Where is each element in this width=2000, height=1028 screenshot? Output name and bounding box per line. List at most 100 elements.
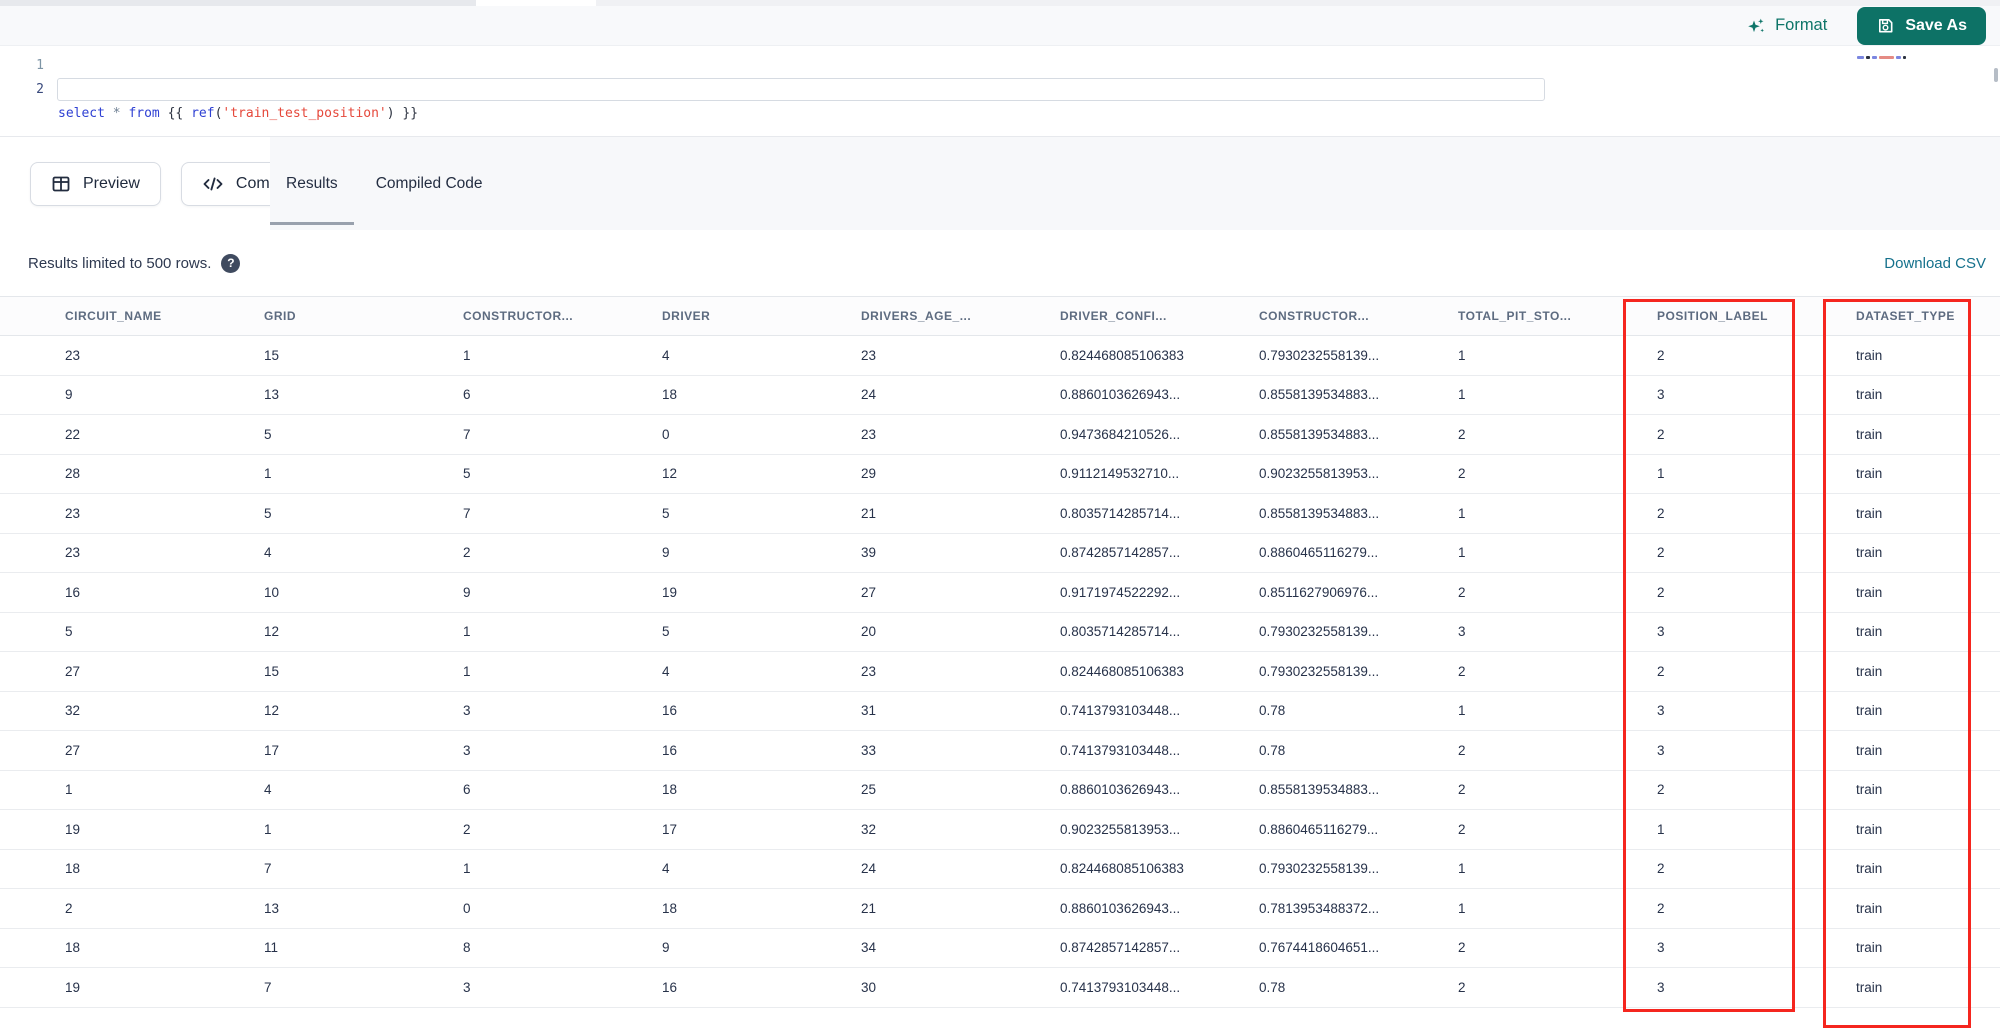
line-number-gutter: 1 2	[0, 54, 44, 102]
table-cell: 2	[1657, 347, 1665, 363]
table-cell: 0.8035714285714...	[1060, 624, 1181, 640]
table-cell: train	[1856, 624, 1883, 640]
table-cell: 8	[463, 940, 471, 956]
table-cell: 24	[861, 387, 877, 403]
editor-toolbar: Format Save As	[0, 6, 2000, 46]
table-cell: 2	[1657, 782, 1665, 798]
table-cell: train	[1856, 387, 1883, 403]
table-cell: 5	[264, 505, 272, 521]
table-cell: 3	[1657, 979, 1665, 995]
editor-scrollbar-thumb[interactable]	[1994, 68, 1998, 82]
table-row: 16 10 9 19 27 0.9171974522292... 0.85116279069…	[0, 573, 2000, 613]
table-cell: 27	[861, 584, 877, 600]
code-token: 'train_test_position'	[222, 106, 387, 121]
table-cell: 4	[662, 861, 670, 877]
column-header: DRIVER	[662, 309, 711, 323]
table-cell: 5	[264, 426, 272, 442]
table-cell: train	[1856, 584, 1883, 600]
table-cell: 12	[264, 703, 280, 719]
table-cell: 0.78	[1259, 979, 1286, 995]
table-cell: 5	[662, 624, 670, 640]
table-cell: 2	[1657, 663, 1665, 679]
preview-button[interactable]: Preview	[30, 161, 161, 206]
table-cell: 0.8860103626943...	[1060, 387, 1181, 403]
table-cell: 0.8860103626943...	[1060, 782, 1181, 798]
table-cell: 1	[1458, 347, 1466, 363]
tab-compiled-code-label: Compiled Code	[375, 174, 483, 192]
code-line-1[interactable]: select * from {{ ref('train_test_positio…	[58, 102, 418, 126]
table-cell: 7	[264, 979, 272, 995]
table-cell: 2	[463, 821, 471, 837]
code-token: select	[58, 106, 105, 121]
table-cell: 3	[1458, 624, 1466, 640]
table-cell: 1	[1458, 861, 1466, 877]
table-cell: 32	[861, 821, 877, 837]
table-cell: 21	[861, 900, 877, 916]
download-csv-link[interactable]: Download CSV	[1884, 255, 1986, 272]
table-cell: 2	[1458, 584, 1466, 600]
table-cell: 23	[65, 505, 81, 521]
table-cell: 23	[65, 545, 81, 561]
table-cell: 1	[264, 466, 272, 482]
table-cell: 15	[264, 663, 280, 679]
column-header: TOTAL_PIT_STO...	[1458, 309, 1572, 323]
table-cell: 19	[65, 979, 81, 995]
table-cell: 2	[1458, 782, 1466, 798]
save-icon	[1876, 16, 1895, 35]
table-row: 23 5 7 5 21 0.8035714285714... 0.8558139534883…	[0, 494, 2000, 534]
table-cell: 0.7413793103448...	[1060, 742, 1181, 758]
table-cell: 3	[1657, 703, 1665, 719]
table-row: 1 4 6 18 25 0.8860103626943... 0.8558139534883…	[0, 771, 2000, 810]
column-header: CONSTRUCTOR...	[1259, 309, 1370, 323]
table-cell: 27	[65, 742, 81, 758]
table-cell: 3	[1657, 742, 1665, 758]
editor-minimap	[1857, 56, 1906, 60]
format-button-label: Format	[1775, 16, 1828, 34]
table-row: 23 15 1 4 23 0.824468085106383 0.7930232558139…	[0, 336, 2000, 376]
column-header: DRIVERS_AGE_...	[861, 309, 972, 323]
table-cell: 13	[264, 900, 280, 916]
save-as-button-label: Save As	[1905, 16, 1967, 34]
table-cell: 3	[1657, 387, 1665, 403]
preview-button-label: Preview	[83, 174, 140, 192]
table-cell: 3	[463, 979, 471, 995]
table-cell: train	[1856, 466, 1883, 482]
help-icon[interactable]: ?	[221, 253, 241, 273]
table-cell: 0.8860465116279...	[1259, 821, 1379, 837]
tab-results[interactable]: Results	[270, 137, 354, 231]
code-token: ref	[191, 106, 215, 121]
table-cell: 27	[65, 663, 81, 679]
sql-editor[interactable]: 1 2 select * from {{ ref('train_test_pos…	[0, 46, 2000, 136]
table-cell: 1	[1458, 545, 1466, 561]
code-token: *	[112, 106, 121, 121]
table-row: 9 13 6 18 24 0.8860103626943... 0.855813953488…	[0, 376, 2000, 415]
table-cell: 33	[861, 742, 877, 758]
table-cell: 22	[65, 426, 81, 442]
column-header: CIRCUIT_NAME	[65, 309, 162, 323]
table-cell: 6	[463, 387, 471, 403]
save-as-button[interactable]: Save As	[1857, 6, 1986, 45]
table-cell: 13	[264, 387, 280, 403]
table-cell: 0.7930232558139...	[1259, 663, 1380, 679]
table-cell: 2	[1458, 742, 1466, 758]
table-cell: 2	[1458, 426, 1466, 442]
table-cell: 16	[662, 979, 678, 995]
format-button[interactable]: Format	[1746, 16, 1827, 36]
table-cell: 0.78	[1259, 742, 1286, 758]
table-cell: 1	[1458, 387, 1466, 403]
column-header: CONSTRUCTOR...	[463, 309, 574, 323]
table-cell: 21	[861, 505, 877, 521]
table-cell: 1	[1458, 505, 1466, 521]
table-cell: 0.9171974522292...	[1060, 584, 1181, 600]
table-cell: 0.8860103626943...	[1060, 900, 1181, 916]
table-grid-icon	[51, 174, 71, 194]
table-cell: 0.7413793103448...	[1060, 703, 1181, 719]
tab-compiled-code[interactable]: Compiled Code	[376, 137, 483, 231]
table-cell: 6	[463, 782, 471, 798]
table-cell: 0.824468085106383	[1060, 347, 1184, 363]
table-cell: 16	[662, 742, 678, 758]
table-cell: 3	[463, 742, 471, 758]
table-cell: 12	[264, 624, 280, 640]
table-cell: 2	[1657, 584, 1665, 600]
line-number-1: 1	[36, 58, 44, 73]
